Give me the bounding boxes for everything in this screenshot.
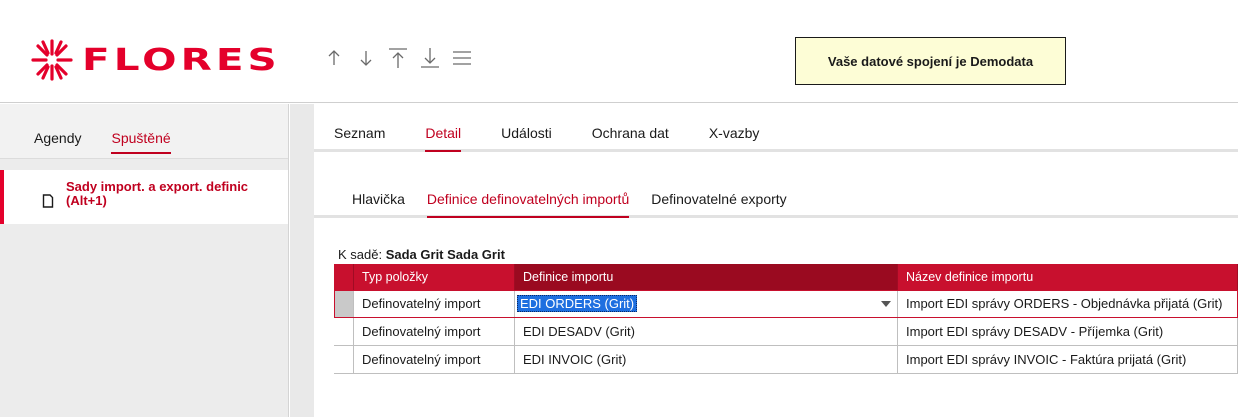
table-row[interactable]: Definovatelný import EDI ORDERS (Grit) I… [334,290,1238,318]
menu-icon[interactable] [446,42,478,74]
tab-detail[interactable]: Detail [425,125,462,152]
flores-logo: FLORES [30,36,277,84]
imports-grid: Typ položky Definice importu Název defin… [334,264,1238,374]
subtab-definovatelne-exporty[interactable]: Definovatelné exporty [651,191,786,215]
arrow-up-icon[interactable] [318,42,350,74]
chevron-down-icon[interactable] [881,299,891,309]
table-cell[interactable]: Import EDI správy DESADV - Příjemka (Gri… [898,318,1238,346]
subtab-hlavicka[interactable]: Hlavička [352,191,405,215]
tab-udalosti[interactable]: Události [501,125,552,149]
left-item-label: Sady import. a export. definic (Alt+1) [66,179,249,208]
document-icon [42,194,54,208]
table-cell[interactable]: Definovatelný import [354,318,515,346]
tab-ochrana-dat[interactable]: Ochrana dat [592,125,669,149]
panel-splitter[interactable] [290,104,314,417]
table-row[interactable]: Definovatelný import EDI INVOIC (Grit) I… [334,346,1238,374]
detail-subtabs: Hlavička Definice definovatelných import… [314,186,1238,218]
row-selector[interactable] [334,346,354,374]
row-selector-header [334,264,354,290]
table-cell[interactable]: Definovatelný import [354,346,515,374]
tab-seznam[interactable]: Seznam [334,125,385,149]
left-panel: Agendy Spuštěné Sady import. a export. d… [0,104,289,417]
brand-name: FLORES [82,42,281,78]
table-cell[interactable]: Import EDI správy INVOIC - Faktúra prija… [898,346,1238,374]
arrow-down-icon[interactable] [350,42,382,74]
tab-x-vazby[interactable]: X-vazby [709,125,760,149]
column-header[interactable]: Typ položky [354,264,515,290]
row-selector[interactable] [334,318,354,346]
dropdown-value[interactable]: EDI ORDERS (Grit) [517,295,638,312]
table-cell[interactable]: Definovatelný import [354,290,515,318]
table-cell[interactable]: EDI INVOIC (Grit) [515,346,898,374]
main-panel: Seznam Detail Události Ochrana dat X-vaz… [314,104,1238,417]
tab-spustene[interactable]: Spuštěné [111,130,171,154]
app-header: FLORES Vaše datové spojení je Demodata [0,0,1238,103]
set-caption: K sadě: Sada Grit Sada Grit [338,247,505,262]
column-header[interactable]: Definice importu [515,264,898,290]
table-cell[interactable]: EDI DESADV (Grit) [515,318,898,346]
arrow-to-bottom-icon[interactable] [414,42,446,74]
flores-burst-icon [31,39,73,81]
subtab-definice-importu[interactable]: Definice definovatelných importů [426,191,630,218]
tab-agendy[interactable]: Agendy [34,130,81,154]
main-tabs: Seznam Detail Události Ochrana dat X-vaz… [314,104,1238,152]
grid-header: Typ položky Definice importu Název defin… [334,264,1238,290]
column-header[interactable]: Název definice importu [898,264,1238,290]
left-tabs: Agendy Spuštěné [0,104,288,159]
definition-dropdown[interactable]: EDI ORDERS (Grit) [515,290,898,318]
left-item-sady[interactable]: Sady import. a export. definic (Alt+1) [0,170,288,224]
set-prefix: K sadě: [338,247,383,262]
table-row[interactable]: Definovatelný import EDI DESADV (Grit) I… [334,318,1238,346]
connection-label: Vaše datové spojení je Demodata [827,53,1034,69]
table-cell[interactable]: Import EDI správy ORDERS - Objednávka př… [898,290,1238,318]
connection-info: Vaše datové spojení je Demodata [795,37,1066,85]
set-value: Sada Grit Sada Grit [385,247,505,262]
row-selector[interactable] [334,290,354,318]
record-navigation [318,42,478,74]
arrow-to-top-icon[interactable] [382,42,414,74]
